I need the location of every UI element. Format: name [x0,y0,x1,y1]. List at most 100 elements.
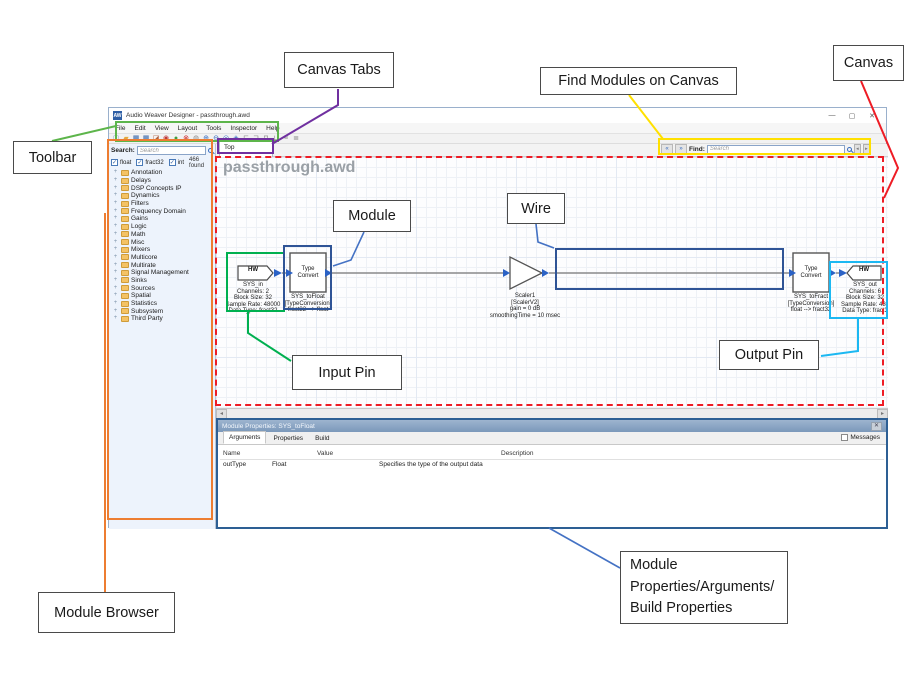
tab-scroll-left-button[interactable]: ◂ [854,144,861,155]
expander-icon[interactable]: + [112,169,119,176]
expander-icon[interactable]: + [112,200,119,207]
module-category-item[interactable]: + Spatial [109,292,215,300]
properties-tabs: Arguments Properties Build [218,432,886,445]
distribute-v-icon[interactable]: ≣ [292,135,300,143]
save-all-icon[interactable]: ▦ [142,135,150,143]
menu-item[interactable]: Edit [134,125,145,132]
new-file-icon[interactable]: ▢ [112,135,120,143]
expander-icon[interactable]: + [112,246,119,253]
filter-checkbox[interactable]: ✓ [111,159,118,166]
expander-icon[interactable]: + [112,223,119,230]
stop-icon[interactable]: ⊗ [182,135,190,143]
tab-arguments[interactable]: Arguments [223,431,266,444]
expander-icon[interactable]: + [112,208,119,215]
canvas-tab-top[interactable]: Top [219,141,273,157]
module-category-item[interactable]: + Multirate [109,261,215,269]
menu-item[interactable]: Layout [178,125,198,132]
expander-icon[interactable]: + [112,308,119,315]
find-next-button[interactable]: » [675,144,687,154]
module-category-item[interactable]: + Dynamics [109,192,215,200]
expander-icon[interactable]: + [112,192,119,199]
category-label: Multicore [131,254,157,261]
module-category-item[interactable]: + DSP Concepts IP [109,184,215,192]
module-category-item[interactable]: + Mixers [109,246,215,254]
module-category-item[interactable]: + Math [109,231,215,239]
column-header-description: Description [501,450,534,457]
minimize-button[interactable]: — [822,110,842,122]
halt-icon[interactable]: ◍ [192,135,200,143]
find-search-icon [847,147,852,152]
filter-checkbox[interactable]: ✓ [136,159,143,166]
module-category-item[interactable]: + Sinks [109,277,215,285]
run-icon[interactable]: ● [172,135,180,143]
close-button[interactable]: ✕ [862,110,882,122]
menu-item[interactable]: Help [266,125,279,132]
output-pin-arrow[interactable] [542,269,549,277]
category-label: Sources [131,285,155,292]
align-bottom-icon[interactable]: ⊔ [272,135,280,143]
output-pin-arrow[interactable] [325,269,332,277]
canvas-h-scrollbar[interactable]: ◂ ▸ [216,408,888,418]
find-previous-button[interactable]: « [661,144,673,154]
output-pin-arrow[interactable] [274,269,282,277]
module-category-item[interactable]: + Statistics [109,300,215,308]
expander-icon[interactable]: + [112,262,119,269]
module-category-item[interactable]: + Delays [109,177,215,185]
open-file-icon[interactable]: ▰ [122,135,130,143]
profile-icon[interactable]: ◉ [162,135,170,143]
expander-icon[interactable]: + [112,185,119,192]
module-category-item[interactable]: + Sources [109,284,215,292]
module-search-input[interactable] [137,146,206,155]
distribute-h-icon[interactable]: ≡ [282,135,290,143]
expander-icon[interactable]: + [112,231,119,238]
zoom-in-icon[interactable]: ⊕ [202,135,210,143]
folder-icon [121,270,129,276]
filter-checkbox[interactable]: ✓ [169,159,176,166]
save-icon[interactable]: ▦ [132,135,140,143]
scaler-module[interactable] [510,257,542,289]
expander-icon[interactable]: + [112,292,119,299]
module-category-item[interactable]: + Logic [109,223,215,231]
module-category-item[interactable]: + Frequency Domain [109,207,215,215]
search-label: Search: [111,147,135,154]
expander-icon[interactable]: + [112,239,119,246]
expander-icon[interactable]: + [112,177,119,184]
module-category-item[interactable]: + Misc [109,238,215,246]
hardware-config-icon[interactable]: ◪ [152,135,160,143]
module-category-item[interactable]: + Subsystem [109,307,215,315]
input-pin-arrow[interactable] [839,269,847,277]
maximize-button[interactable]: ▢ [842,110,862,122]
output-pin-arrow[interactable] [829,269,836,277]
menu-item[interactable]: Inspector [230,125,257,132]
expander-icon[interactable]: + [112,254,119,261]
panel-close-button[interactable]: ✕ [871,422,882,431]
module-category-item[interactable]: + Gains [109,215,215,223]
tab-build[interactable]: Build [310,433,334,444]
argument-value[interactable]: Float [272,461,286,468]
module-category-item[interactable]: + Multicore [109,254,215,262]
expander-icon[interactable]: + [112,315,119,322]
module-category-item[interactable]: + Annotation [109,169,215,177]
module-category-item[interactable]: + Third Party [109,315,215,323]
sys-out-hw-label: HW [850,267,878,273]
expander-icon[interactable]: + [112,277,119,284]
input-pin-arrow[interactable] [503,269,510,277]
expander-icon[interactable]: + [112,269,119,276]
menu-item[interactable]: Tools [206,125,221,132]
messages-checkbox[interactable] [841,434,848,441]
folder-icon [121,239,129,245]
module-properties-panel: Module Properties: SYS_toFloat ✕ Argumen… [216,418,888,529]
find-modules-input[interactable] [707,145,845,154]
tab-scroll-right-button[interactable]: ▸ [863,144,870,155]
expander-icon[interactable]: + [112,215,119,222]
callout-module-browser: Module Browser [38,592,175,633]
module-category-item[interactable]: + Signal Management [109,269,215,277]
folder-icon [121,178,129,184]
module-category-item[interactable]: + Filters [109,200,215,208]
expander-icon[interactable]: + [112,300,119,307]
callout-canvas: Canvas [833,45,904,81]
menu-item[interactable]: View [155,125,169,132]
menu-item[interactable]: File [115,125,125,132]
tab-properties[interactable]: Properties [268,433,308,444]
expander-icon[interactable]: + [112,285,119,292]
